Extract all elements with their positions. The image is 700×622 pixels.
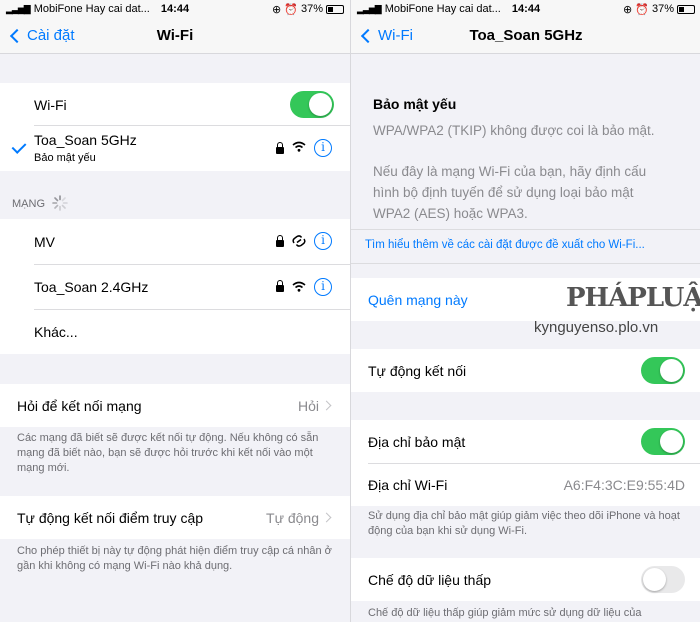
network-name: Toa_Soan 2.4GHz bbox=[34, 279, 149, 295]
battery-icon bbox=[326, 4, 344, 14]
auto-hotspot-group: Tự động kết nối điểm truy cập Tự động bbox=[0, 496, 350, 539]
info-icon[interactable]: i bbox=[314, 139, 332, 157]
low-data-group: Chế độ dữ liệu thấp bbox=[351, 558, 700, 601]
other-network-row[interactable]: Khác... bbox=[0, 310, 350, 354]
auto-join-label: Tự động kết nối bbox=[368, 362, 467, 379]
chevron-left-icon bbox=[360, 28, 376, 43]
auto-hotspot-row[interactable]: Tự động kết nối điểm truy cập Tự động bbox=[0, 496, 350, 539]
wifi-toggle-label: Wi-Fi bbox=[34, 96, 67, 113]
wifi-address-label: Địa chỉ Wi-Fi bbox=[368, 477, 448, 493]
back-label: Cài đặt bbox=[27, 27, 75, 44]
wifi-settings-screen: ▂▃▅▇ MobiFone Hay cai dat... 14:44 ⊕ ⏰ 3… bbox=[0, 0, 350, 622]
low-data-footer: Chế độ dữ liệu thấp giúp giảm mức sử dụn… bbox=[368, 607, 642, 619]
chevron-right-icon bbox=[321, 512, 332, 523]
battery-icon bbox=[677, 4, 695, 14]
ask-join-row[interactable]: Hỏi để kết nối mạng Hỏi bbox=[0, 384, 350, 427]
signal-icon: ▂▃▅▇ bbox=[357, 3, 382, 14]
auto-join-toggle[interactable] bbox=[641, 357, 685, 384]
watermark-logo: PHÁPLUẬT bbox=[566, 283, 700, 313]
network-row-toa-soan-24[interactable]: Toa_Soan 2.4GHz i bbox=[0, 265, 350, 309]
auto-hotspot-value: Tự động bbox=[266, 509, 319, 526]
link-icon bbox=[292, 235, 306, 247]
ask-join-footer: Các mạng đã biết sẽ được kết nối tự động… bbox=[17, 432, 319, 474]
nav-bar: Wi-Fi Toa_Soan 5GHz bbox=[351, 18, 700, 54]
loading-spinner-icon bbox=[52, 195, 68, 211]
back-button[interactable]: Wi-Fi bbox=[359, 27, 413, 44]
info-icon[interactable]: i bbox=[314, 278, 332, 296]
network-detail-screen: ▂▃▅▇ MobiFone Hay cai dat... 14:44 ⊕ ⏰ 3… bbox=[350, 0, 700, 622]
warning-text-2: Nếu đây là mạng Wi-Fi của bạn, hãy định … bbox=[373, 164, 647, 221]
warning-text-1: WPA/WPA2 (TKIP) không được coi là bảo mậ… bbox=[373, 123, 655, 138]
alarm-icon: ⏰ bbox=[284, 3, 298, 16]
battery-percent: 37% bbox=[651, 3, 674, 15]
info-icon[interactable]: i bbox=[314, 232, 332, 250]
network-row-mv[interactable]: MV i bbox=[0, 219, 350, 264]
forget-network-label: Quên mạng này bbox=[368, 291, 468, 308]
wifi-toggle-row: Wi-Fi bbox=[0, 83, 350, 126]
ask-join-value: Hỏi bbox=[297, 397, 319, 414]
wifi-address-value: A6:F4:3C:E9:55:4D bbox=[563, 477, 685, 493]
lock-icon bbox=[276, 235, 284, 247]
wifi-icon bbox=[292, 281, 306, 292]
status-bar: ▂▃▅▇ MobiFone Hay cai dat... 14:44 ⊕ ⏰ 3… bbox=[351, 0, 700, 18]
lock-icon bbox=[276, 142, 284, 154]
auto-join-row: Tự động kết nối bbox=[351, 349, 700, 392]
alarm-icon: ⏰ bbox=[635, 3, 649, 16]
auto-hotspot-label: Tự động kết nối điểm truy cập bbox=[17, 509, 204, 526]
status-bar: ▂▃▅▇ MobiFone Hay cai dat... 14:44 ⊕ ⏰ 3… bbox=[0, 0, 350, 18]
private-address-footer: Sử dụng địa chỉ bảo mật giúp giảm việc t… bbox=[368, 510, 680, 537]
wifi-group: Wi-Fi Toa_Soan 5GHz Bảo mật yếu i bbox=[0, 83, 350, 171]
wifi-address-row: Địa chỉ Wi-Fi A6:F4:3C:E9:55:4D bbox=[351, 464, 700, 506]
ask-join-group: Hỏi để kết nối mạng Hỏi bbox=[0, 384, 350, 427]
learn-more-link[interactable]: Tìm hiểu thêm về các cài đặt được đề xuấ… bbox=[365, 239, 645, 251]
chevron-left-icon bbox=[9, 28, 25, 43]
divider bbox=[351, 229, 700, 230]
orientation-lock-icon: ⊕ bbox=[272, 3, 282, 16]
connected-network-row[interactable]: Toa_Soan 5GHz Bảo mật yếu i bbox=[0, 126, 350, 171]
ask-join-label: Hỏi để kết nối mạng bbox=[17, 397, 142, 414]
carrier-label: MobiFone Hay cai dat... bbox=[33, 3, 150, 15]
checkmark-icon bbox=[11, 139, 27, 154]
wifi-toggle[interactable] bbox=[290, 91, 334, 118]
wifi-icon bbox=[292, 141, 306, 152]
other-network-label: Khác... bbox=[34, 324, 78, 340]
networks-header: MẠNG bbox=[12, 198, 45, 210]
private-address-row: Địa chỉ bảo mật bbox=[351, 420, 700, 463]
connected-network-name: Toa_Soan 5GHz bbox=[34, 132, 137, 148]
chevron-right-icon bbox=[321, 400, 332, 411]
private-address-toggle[interactable] bbox=[641, 428, 685, 455]
nav-bar: Cài đặt Wi-Fi bbox=[0, 18, 350, 54]
warning-title: Bảo mật yếu bbox=[373, 96, 457, 112]
battery-percent: 37% bbox=[300, 3, 323, 15]
lock-icon bbox=[276, 280, 284, 292]
low-data-row: Chế độ dữ liệu thấp bbox=[351, 558, 700, 601]
carrier-label: MobiFone Hay cai dat... bbox=[384, 3, 501, 15]
back-button[interactable]: Cài đặt bbox=[8, 27, 75, 44]
auto-join-group: Tự động kết nối bbox=[351, 349, 700, 392]
orientation-lock-icon: ⊕ bbox=[623, 3, 633, 16]
private-address-group: Địa chỉ bảo mật Địa chỉ Wi-Fi A6:F4:3C:E… bbox=[351, 420, 700, 506]
watermark-url: kynguyenso.plo.vn bbox=[534, 319, 659, 336]
private-address-label: Địa chỉ bảo mật bbox=[368, 433, 466, 450]
network-name: MV bbox=[34, 233, 55, 250]
signal-icon: ▂▃▅▇ bbox=[6, 3, 31, 14]
low-data-toggle[interactable] bbox=[641, 566, 685, 593]
connected-network-sub: Bảo mật yếu bbox=[34, 152, 96, 164]
divider bbox=[351, 263, 700, 264]
auto-hotspot-footer: Cho phép thiết bị này tự động phát hiện … bbox=[17, 545, 332, 572]
networks-list: MV i Toa_Soan 2.4GHz i Khác... bbox=[0, 219, 350, 354]
low-data-label: Chế độ dữ liệu thấp bbox=[368, 571, 492, 588]
screenshot-root: ▂▃▅▇ MobiFone Hay cai dat... 14:44 ⊕ ⏰ 3… bbox=[0, 0, 700, 622]
back-label: Wi-Fi bbox=[378, 27, 413, 44]
